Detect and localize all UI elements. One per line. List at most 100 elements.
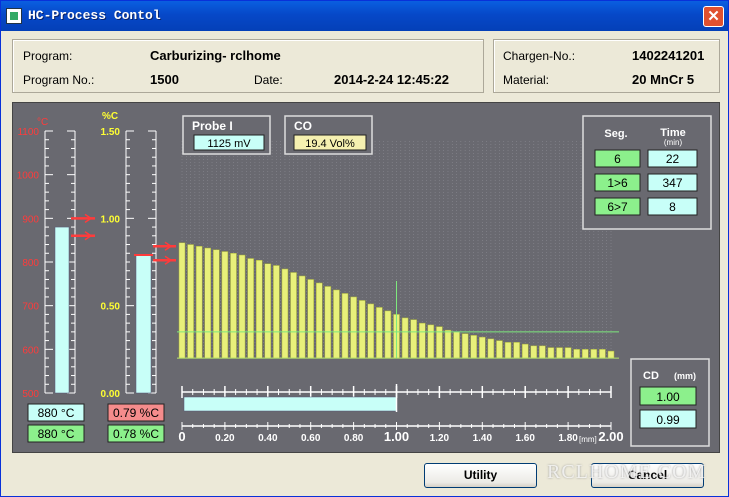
profile-bar — [264, 263, 272, 359]
x-axis-unit: [mm] — [579, 435, 597, 444]
time-unit: (min) — [664, 138, 683, 147]
window-title: HC-Process Contol — [28, 8, 161, 23]
profile-bar — [324, 286, 332, 359]
profile-bar — [573, 349, 580, 359]
cd-label: CD — [643, 370, 659, 382]
time-value: 22 — [666, 152, 680, 166]
temp-setpoint-readout: 880 °C — [38, 427, 75, 441]
carbon-unit: %C — [102, 111, 118, 122]
carbon-profile-chart: 0 0.20 0.40 0.60 0.80 1.00 1.20 1.40 1.60 1.80 2.0… — [177, 242, 624, 444]
profile-bar — [470, 335, 477, 359]
profile-bar — [436, 326, 443, 359]
profile-bar — [607, 350, 615, 359]
seg-header: Seg. — [604, 128, 627, 140]
program-no-label: Program No.: — [23, 73, 95, 87]
cd-box: CD (mm) 1.00 0.99 — [630, 358, 710, 447]
temp-readouts: 880 °C 880 °C — [27, 403, 85, 443]
profile-bar — [341, 293, 349, 359]
close-button[interactable]: ✕ — [703, 6, 724, 27]
material-value: 20 MnCr 5 — [632, 72, 695, 87]
segment-value: 6>7 — [607, 200, 628, 214]
program-value: Carburizing- rclhome — [150, 48, 281, 63]
profile-bar — [384, 310, 392, 359]
carbon-gauge: %C 1.50 1.00 0.50 0.00 — [101, 111, 176, 400]
x-tick-label: 0.60 — [301, 433, 321, 444]
charge-info-box: Chargen-No.: 1402241201 Material: 20 MnC… — [493, 39, 720, 93]
profile-bar — [316, 282, 323, 359]
profile-bar — [290, 272, 297, 359]
profile-bar — [195, 246, 203, 359]
program-no-value: 1500 — [150, 72, 179, 87]
x-tick-label: 1.20 — [430, 433, 450, 444]
profile-bar — [556, 347, 563, 359]
program-label: Program: — [23, 49, 73, 63]
case-depth-bar — [183, 396, 397, 412]
temp-tick-label: 1100 — [17, 127, 39, 138]
cd-target-value: 0.99 — [656, 413, 680, 427]
x-tick-label: 0.40 — [258, 433, 278, 444]
profile-bar — [221, 251, 229, 359]
profile-bar — [479, 336, 486, 359]
probe-label: Probe I — [192, 119, 233, 133]
profile-bar — [410, 319, 417, 359]
profile-bar — [547, 347, 555, 359]
carbon-bar — [135, 254, 152, 394]
probe-value: 1125 mV — [207, 138, 251, 150]
x-tick-label: 1.40 — [473, 433, 493, 444]
x-tick-label: 0 — [178, 429, 185, 444]
profile-bar — [367, 303, 375, 359]
profile-bar — [281, 268, 289, 359]
profile-bar — [427, 324, 435, 359]
utility-button[interactable]: Utility — [424, 463, 537, 488]
date-value: 2014-2-24 12:45:22 — [334, 72, 449, 87]
profile-bar — [444, 329, 452, 359]
profile-bar — [307, 279, 314, 359]
profile-bar — [582, 349, 589, 359]
segment-value: 6 — [614, 152, 621, 166]
x-tick-label: 0.80 — [344, 433, 364, 444]
segments-box: Seg. Time (min) 6 221>6 3476>7 8 — [582, 115, 712, 230]
profile-bar — [530, 345, 538, 359]
profile-bar — [230, 253, 237, 359]
cd-actual-value: 1.00 — [656, 390, 680, 404]
process-panel: °C 1100 1000 900 800 700 600 500 %C 1.50 1.00 0.… — [12, 102, 720, 453]
profile-bar — [238, 254, 246, 359]
profile-bar — [418, 322, 426, 359]
temp-tick-label: 500 — [22, 389, 39, 400]
profile-bar — [521, 343, 529, 359]
temp-tick-label: 1000 — [17, 171, 40, 182]
profile-bar — [461, 333, 469, 359]
profile-bar — [376, 307, 383, 359]
profile-bar — [358, 300, 366, 359]
x-tick-label: 2.00 — [598, 429, 623, 444]
watermark: RCLHOME.COM — [547, 461, 707, 483]
profile-bar — [204, 247, 211, 359]
temp-tick-label: 800 — [22, 258, 39, 269]
co-box: CO 19.4 Vol% — [284, 115, 373, 155]
profile-bar — [590, 349, 598, 359]
segment-value: 1>6 — [607, 176, 628, 190]
carbon-actual-readout: 0.79 %C — [113, 406, 159, 420]
profile-bar — [453, 331, 460, 359]
carbon-tick-label: 0.50 — [101, 302, 121, 313]
material-label: Material: — [503, 73, 550, 87]
x-tick-label: 1.80 — [558, 433, 578, 444]
date-label: Date: — [254, 73, 283, 87]
title-bar[interactable]: HC-Process Contol ✕ — [1, 1, 728, 31]
x-tick-label: 1.00 — [384, 429, 409, 444]
cd-unit: (mm) — [674, 371, 696, 381]
profile-bar — [255, 260, 263, 359]
profile-bar — [350, 296, 357, 359]
profile-bar — [187, 244, 194, 359]
program-info-box: Program: Carburizing- rclhome Program No… — [12, 39, 484, 93]
chargen-value: 1402241201 — [632, 48, 705, 63]
profile-bar — [564, 347, 572, 359]
carbon-tick-label: 0.00 — [101, 389, 121, 400]
profile-bar — [247, 258, 254, 359]
time-value: 347 — [662, 176, 682, 190]
x-tick-label: 1.60 — [515, 433, 535, 444]
profile-bar — [178, 242, 186, 359]
profile-bar — [496, 340, 503, 359]
carbon-readouts: 0.79 %C 0.78 %C — [107, 403, 165, 443]
carbon-tick-label: 1.00 — [101, 214, 121, 225]
